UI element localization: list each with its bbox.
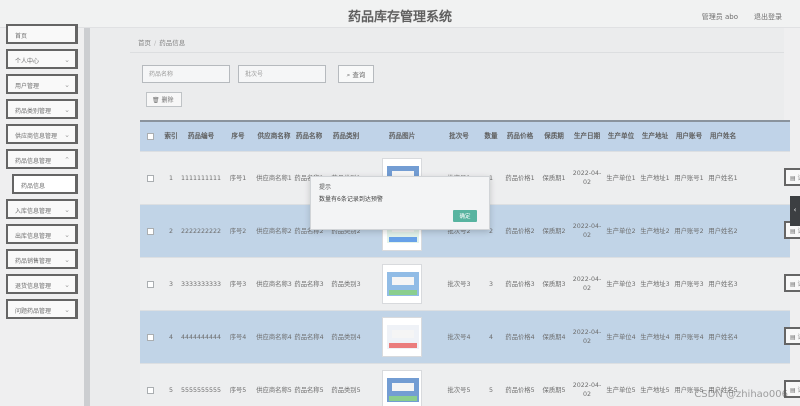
alert-dialog: 提示 数量有6条记录到达预警 确定 [310,176,490,230]
chevron-left-icon[interactable]: ‹ [790,196,800,226]
confirm-button[interactable]: 确定 [453,210,477,222]
watermark: CSDN @zhihao006 [694,389,788,400]
dialog-title: 提示 [319,184,332,191]
dialog-message: 数量有6条记录到达预警 [319,196,383,203]
